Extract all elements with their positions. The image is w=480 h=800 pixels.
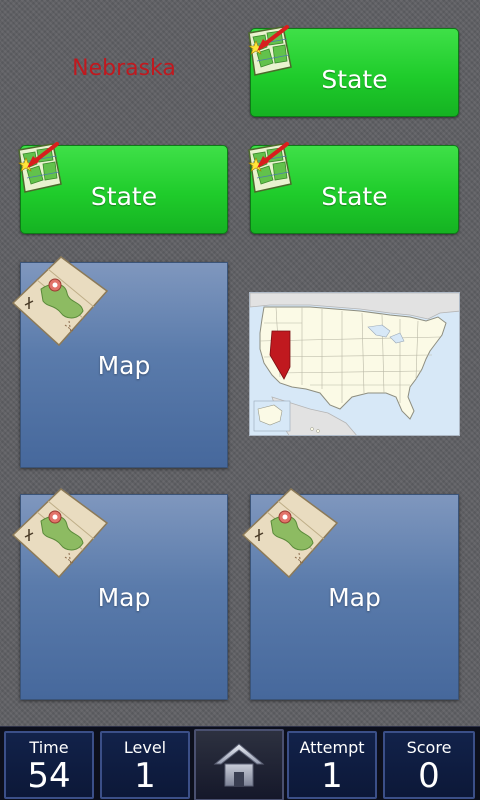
prompt-state-name: Nebraska bbox=[72, 56, 176, 81]
map-card-3[interactable]: Map bbox=[241, 488, 459, 700]
folded-map-icon bbox=[11, 256, 109, 347]
folded-map-icon bbox=[11, 488, 109, 579]
state-map-arrow-icon bbox=[18, 142, 62, 193]
map-card-label: Map bbox=[97, 350, 151, 380]
map-card-2[interactable]: Map bbox=[11, 488, 228, 700]
time-stat: Time 54 bbox=[4, 731, 94, 799]
level-value: 1 bbox=[134, 756, 156, 796]
time-label: Time bbox=[29, 738, 69, 757]
map-card-1[interactable]: Map bbox=[11, 256, 228, 468]
home-button[interactable] bbox=[194, 729, 284, 800]
home-icon bbox=[213, 743, 265, 787]
state-card-label: State bbox=[321, 182, 388, 211]
us-map-nevada-highlighted bbox=[250, 293, 459, 435]
map-card-label: Map bbox=[328, 582, 381, 612]
state-card-2[interactable]: State bbox=[18, 142, 228, 234]
level-label: Level bbox=[123, 738, 167, 757]
revealed-us-map[interactable] bbox=[249, 292, 460, 436]
attempt-stat: Attempt 1 bbox=[287, 731, 377, 799]
state-map-arrow-icon bbox=[248, 142, 292, 193]
attempt-label: Attempt bbox=[299, 738, 365, 757]
folded-map-icon bbox=[241, 488, 339, 579]
state-card-3[interactable]: State bbox=[248, 142, 459, 234]
stats-bar: Time 54 Level 1 Attempt 1 Score 0 bbox=[0, 726, 480, 800]
time-value: 54 bbox=[27, 756, 71, 796]
state-card-1[interactable]: State bbox=[248, 25, 459, 117]
state-card-label: State bbox=[90, 182, 158, 211]
state-card-label: State bbox=[321, 65, 388, 94]
attempt-value: 1 bbox=[321, 756, 343, 796]
level-stat: Level 1 bbox=[100, 731, 190, 799]
score-stat: Score 0 bbox=[383, 731, 475, 799]
state-map-arrow-icon bbox=[248, 25, 292, 76]
score-value: 0 bbox=[418, 756, 440, 796]
score-label: Score bbox=[406, 738, 452, 757]
map-card-label: Map bbox=[97, 582, 151, 612]
